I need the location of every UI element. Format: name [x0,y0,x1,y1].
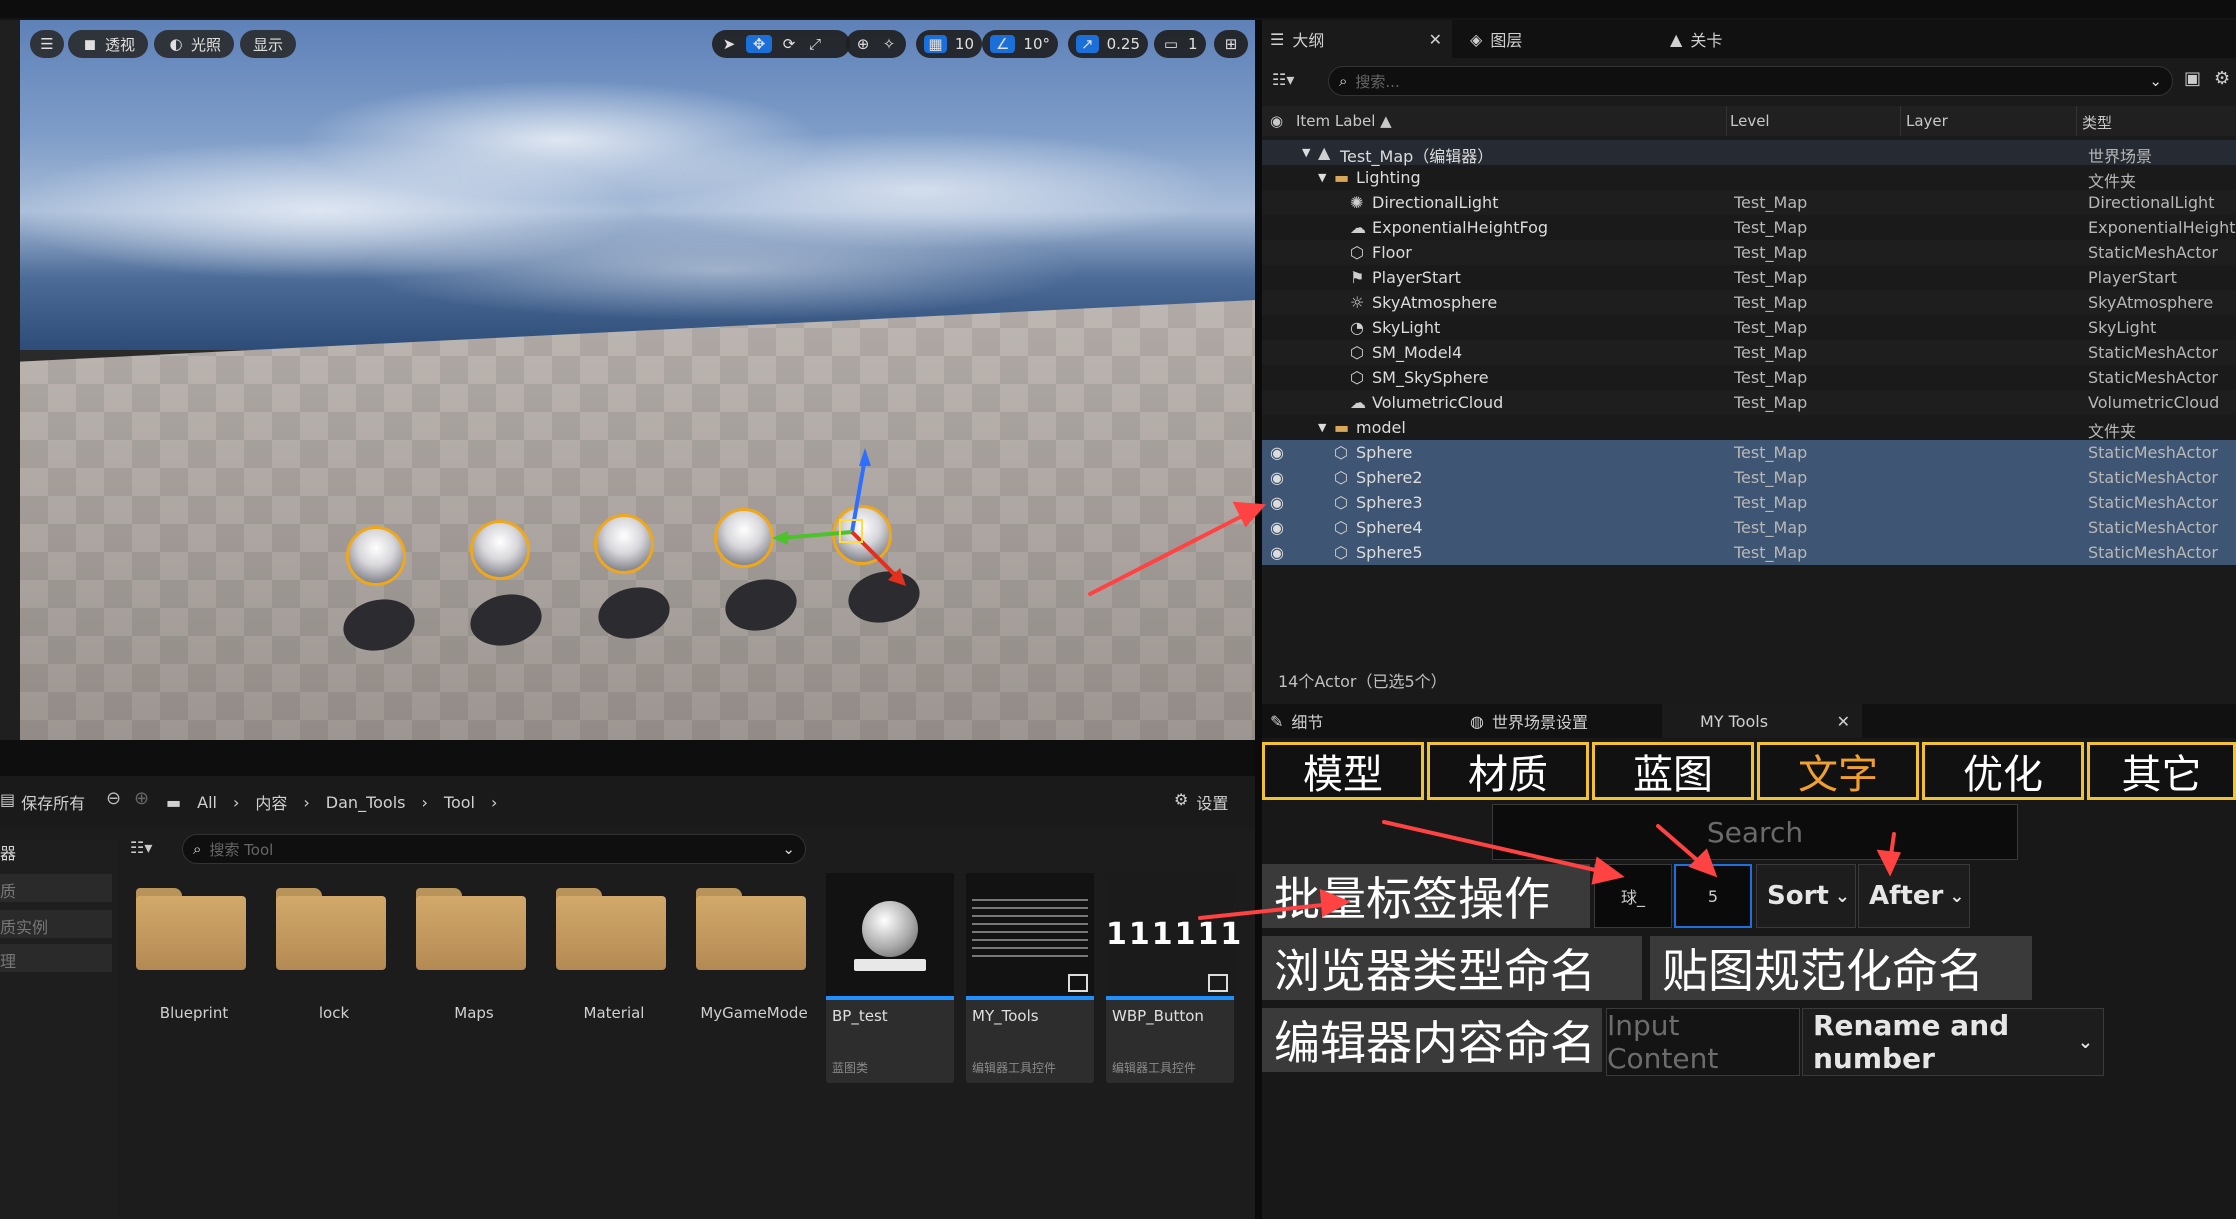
annotation-arrowhead [1319,888,1351,918]
annotation-arrowhead [1232,501,1267,528]
annotation-arrow [1382,820,1606,874]
annotation-arrowhead [1876,849,1901,877]
annotation-arrow [1198,902,1334,920]
annotation-arrows [1088,501,1901,920]
annotation-arrowhead [1688,848,1718,878]
annotation-arrowhead [1591,856,1625,885]
annotation-arrow [1088,510,1252,596]
